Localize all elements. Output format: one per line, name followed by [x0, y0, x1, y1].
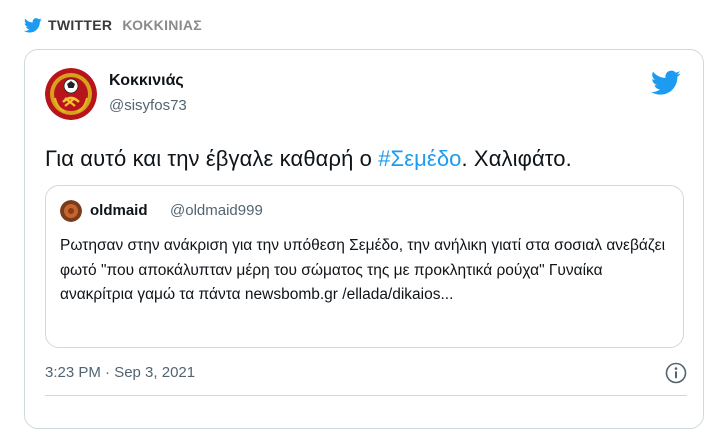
- tweet-text: Για αυτό και την έβγαλε καθαρή ο #Σεμέδο…: [45, 146, 572, 172]
- twitter-logo-icon[interactable]: [651, 70, 681, 96]
- tweet-text-start: Για αυτό και την έβγαλε καθαρή ο: [45, 146, 379, 171]
- embed-header: TWITTER ΚΟΚΚΙΝΙΑΣ: [24, 14, 202, 36]
- quoted-avatar-icon: [60, 200, 82, 222]
- quoted-author-handle[interactable]: @oldmaid999: [170, 202, 263, 219]
- twitter-bird-icon: [24, 17, 42, 32]
- tweet-text-end: . Χαλιφάτο.: [461, 146, 572, 171]
- quoted-author-name[interactable]: oldmaid: [90, 202, 148, 219]
- platform-label: TWITTER: [48, 17, 113, 33]
- account-label: ΚΟΚΚΙΝΙΑΣ: [122, 17, 202, 33]
- quoted-author-avatar[interactable]: [60, 200, 82, 222]
- author-name[interactable]: Κοκκινιάς: [109, 72, 184, 90]
- quoted-tweet[interactable]: oldmaid @oldmaid999 Ρωτησαν στην ανάκρισ…: [45, 185, 684, 348]
- quoted-tweet-text: Ρωτησαν στην ανάκριση για την υπόθεση Σε…: [60, 237, 666, 303]
- card-divider: [45, 395, 687, 396]
- author-handle[interactable]: @sisyfos73: [109, 97, 187, 114]
- hashtag-link[interactable]: #Σεμέδο: [378, 146, 461, 171]
- author-avatar[interactable]: [45, 68, 97, 120]
- avatar-emblem-icon: [45, 68, 97, 120]
- info-icon[interactable]: [665, 362, 687, 384]
- tweet-timestamp[interactable]: 3:23 PM · Sep 3, 2021: [45, 364, 195, 381]
- tweet-card[interactable]: Κοκκινιάς @sisyfos73 Για αυτό και την έβ…: [24, 49, 704, 429]
